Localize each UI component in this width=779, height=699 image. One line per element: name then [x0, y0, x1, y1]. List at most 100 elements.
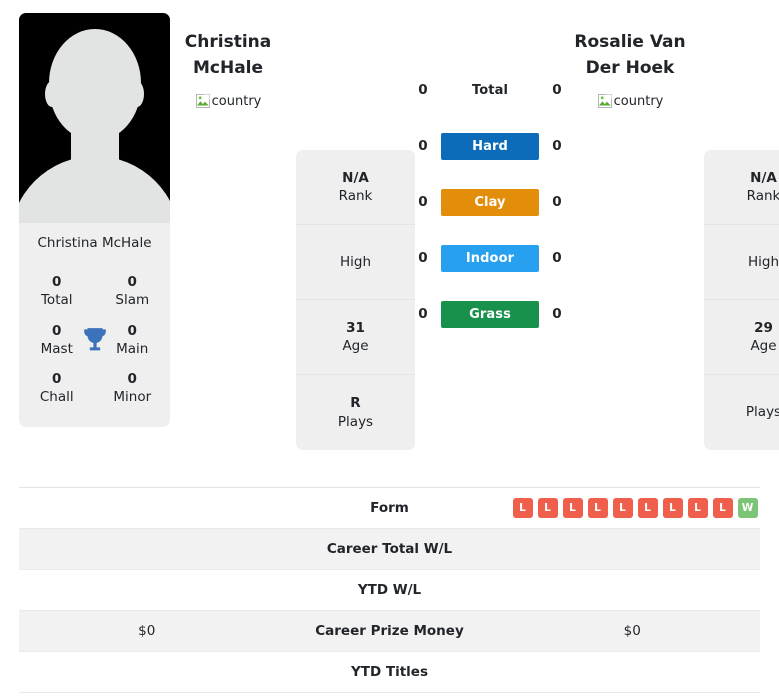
player-comparison-page: Christina McHale 0 Total 0 Slam 0 Mast 0… [0, 0, 779, 699]
info-label: Age [750, 338, 777, 354]
info-label: Rank [746, 188, 779, 204]
info-row-rank-right: N/A Rank [704, 150, 779, 225]
surface-score-left: 0 [418, 82, 428, 98]
info-row-plays-right: Plays [704, 375, 779, 450]
table-row-label: Form [370, 500, 409, 516]
surface-score-left: 0 [418, 138, 428, 154]
surface-row-total: 0 Total 0 [415, 62, 565, 118]
player-info-card-left: N/A Rank High 31 Age R Plays [296, 150, 415, 450]
title-stat-chall-left: 0 Chall [19, 364, 95, 412]
info-row-high-left: High [296, 225, 415, 300]
country-alt-text-left: country [211, 93, 262, 109]
table-row-label: YTD Titles [351, 664, 428, 680]
surface-score-right: 0 [552, 194, 562, 210]
title-stat-minor-left: 0 Minor [95, 364, 171, 412]
surface-score-right: 0 [552, 82, 562, 98]
surface-label-grass[interactable]: Grass [441, 300, 539, 328]
form-badge-loss[interactable]: L [587, 498, 608, 518]
info-value: N/A [342, 169, 369, 186]
form-badge-loss[interactable]: L [662, 498, 683, 518]
player-photo-left [19, 13, 170, 223]
title-stat-value: 0 [52, 274, 62, 291]
silhouette-ear-left-icon [45, 81, 59, 107]
table-row-label: Career Total W/L [326, 541, 453, 557]
table-row-label: Career Prize Money [315, 623, 464, 639]
info-value: 31 [346, 319, 365, 336]
title-stat-value: 0 [127, 274, 137, 291]
surface-breakdown: 0 Total 0 0 Hard 0 0 Clay 0 0 Indoor 0 0 [415, 0, 565, 342]
surface-score-right: 0 [552, 250, 562, 266]
title-stat-value: 0 [52, 371, 62, 388]
form-badge-loss[interactable]: L [512, 498, 533, 518]
table-row-form: Form LLLLLLLLLW [19, 488, 760, 529]
info-row-rank-left: N/A Rank [296, 150, 415, 225]
surface-row-grass: 0 Grass 0 [415, 286, 565, 342]
table-row-ytd-titles: YTD Titles [19, 652, 760, 693]
title-stat-label: Total [40, 292, 73, 309]
table-row-ytd-wl: YTD W/L [19, 570, 760, 611]
form-cell-right: LLLLLLLLLW [505, 498, 761, 518]
form-badge-win[interactable]: W [737, 498, 758, 518]
country-flag-right: country [565, 93, 695, 109]
surface-score-left: 0 [418, 194, 428, 210]
info-value: N/A [750, 169, 777, 186]
info-label: Rank [338, 188, 373, 204]
surface-row-indoor: 0 Indoor 0 [415, 230, 565, 286]
comparison-stats-table: Form LLLLLLLLLW Career Total W/L YTD W/L… [19, 487, 760, 693]
player-name-right: Rosalie Van Der Hoek [574, 32, 686, 78]
country-flag-left: country [170, 93, 286, 109]
form-badge-loss[interactable]: L [637, 498, 658, 518]
info-value: 29 [754, 319, 773, 336]
table-row-label: YTD W/L [357, 582, 422, 598]
info-value: R [350, 395, 361, 412]
info-row-age-left: 31 Age [296, 300, 415, 375]
title-stat-total-left: 0 Total [19, 267, 95, 315]
surface-label-total: Total [471, 82, 508, 98]
career-prize-money-left: $0 [138, 623, 156, 639]
surface-label-clay[interactable]: Clay [441, 188, 539, 216]
broken-image-icon [195, 93, 211, 109]
title-stat-label: Minor [113, 389, 152, 406]
comparison-header: Christina McHale 0 Total 0 Slam 0 Mast 0… [0, 0, 779, 480]
info-row-age-right: 29 Age [704, 300, 779, 375]
surface-score-left: 0 [418, 250, 428, 266]
form-badge-list: LLLLLLLLLW [505, 498, 761, 518]
info-label: High [339, 253, 372, 270]
info-row-high-right: High [704, 225, 779, 300]
player-heading-right: Rosalie Van Der Hoek country [565, 0, 695, 109]
surface-label-indoor[interactable]: Indoor [441, 244, 539, 272]
info-label: Plays [745, 404, 779, 421]
info-label: High [747, 253, 779, 270]
form-badge-loss[interactable]: L [537, 498, 558, 518]
info-row-plays-left: R Plays [296, 375, 415, 450]
player-info-card-right: N/A Rank High 29 Age Plays [704, 150, 779, 450]
table-row-career-prize-money: $0 Career Prize Money $0 [19, 611, 760, 652]
form-badge-loss[interactable]: L [562, 498, 583, 518]
title-stat-label: Slam [115, 292, 150, 309]
silhouette-ear-right-icon [130, 81, 144, 107]
surface-label-hard[interactable]: Hard [441, 132, 539, 160]
info-label: Age [342, 338, 369, 354]
surface-score-left: 0 [418, 306, 428, 322]
title-stat-slam-left: 0 Slam [95, 267, 171, 315]
table-row-career-total-wl: Career Total W/L [19, 529, 760, 570]
form-badge-loss[interactable]: L [712, 498, 733, 518]
surface-score-right: 0 [552, 138, 562, 154]
surface-row-hard: 0 Hard 0 [415, 118, 565, 174]
career-prize-money-right: $0 [623, 623, 641, 639]
silhouette-body-icon [19, 156, 170, 223]
broken-image-icon [597, 93, 613, 109]
titles-grid-left: 0 Total 0 Slam 0 Mast 0 Main 0 Chall 0 M… [19, 251, 170, 426]
player-heading-left: Christina McHale country [170, 0, 286, 109]
form-badge-loss[interactable]: L [687, 498, 708, 518]
surface-score-right: 0 [552, 306, 562, 322]
info-label: Plays [337, 413, 374, 430]
form-badge-loss[interactable]: L [612, 498, 633, 518]
player-card-name-left: Christina McHale [37, 235, 152, 251]
title-stat-value: 0 [127, 371, 137, 388]
surface-row-clay: 0 Clay 0 [415, 174, 565, 230]
player-card-left[interactable]: Christina McHale 0 Total 0 Slam 0 Mast 0… [19, 13, 170, 427]
trophy-icon [82, 326, 108, 354]
title-stat-label: Chall [39, 389, 74, 406]
country-alt-text-right: country [613, 93, 664, 109]
